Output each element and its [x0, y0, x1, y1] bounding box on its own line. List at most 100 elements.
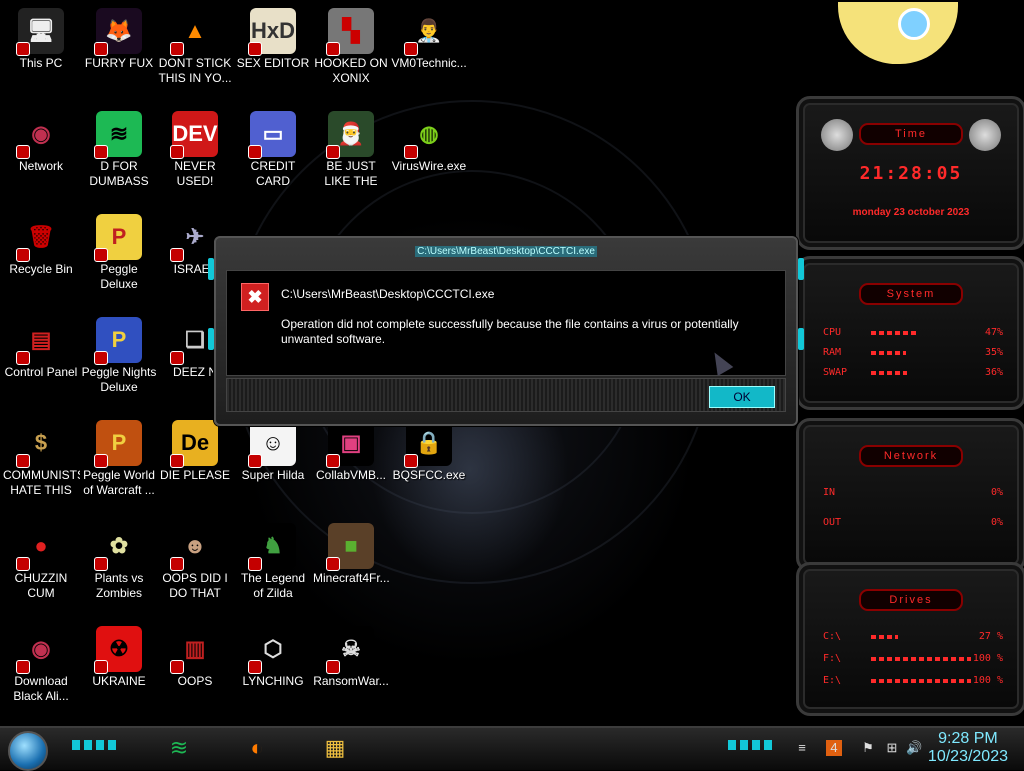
desktop-icon-bqsfcc-exe[interactable]: 🔒 BQSFCC.exe: [390, 416, 468, 516]
recycle-bin-icon: 🗑: [16, 214, 64, 262]
shortcut-badge-icon: [170, 145, 184, 159]
oops-icon: ▥: [170, 626, 218, 674]
desktop-icon-credit-card-checker[interactable]: ▭CREDIT CARD CHECKER: [234, 107, 312, 207]
dialog-titlebar[interactable]: C:\Users\MrBeast\Desktop\CCCTCI.exe: [216, 246, 796, 257]
desktop-icon-this-pc[interactable]: 🖥 This PC: [2, 4, 80, 104]
desktop-icon-viruswire-exe[interactable]: ◍ VirusWire.exe: [390, 107, 468, 207]
hooked-on-xonix-icon: ▚: [326, 8, 374, 56]
shortcut-badge-icon: [248, 557, 262, 571]
desktop-icon-never-used[interactable]: DEV NEVER USED!: [156, 107, 234, 207]
shortcut-badge-icon: [326, 660, 340, 674]
shortcut-badge-icon: [170, 351, 184, 365]
die-please-icon: De: [170, 420, 218, 468]
taskbar-firefox-icon[interactable]: ◐: [242, 733, 272, 763]
error-dialog: C:\Users\MrBeast\Desktop\CCCTCI.exe ✖ C:…: [208, 236, 804, 426]
desktop-icon-peggle-deluxe[interactable]: P Peggle Deluxe: [80, 210, 158, 310]
desktop-icon-label: The Legend of Zilda: [240, 571, 306, 600]
desktop-icon-plants-vs-zombies[interactable]: ✿ Plants vs Zombies: [80, 519, 158, 619]
network-icon: ◉: [16, 111, 64, 159]
shortcut-badge-icon: [248, 660, 262, 674]
desktop-icon-label: SEX EDITOR: [236, 56, 310, 70]
desktop-icon-peggle-nights-deluxe[interactable]: P Peggle Nights Deluxe: [80, 313, 158, 413]
system-row: CPU 47%: [823, 327, 1003, 338]
shortcut-badge-icon: [94, 660, 108, 674]
desktop-icon-minecraft4fr[interactable]: ■ Minecraft4Fr...: [312, 519, 390, 619]
shortcut-badge-icon: [248, 454, 262, 468]
d-for-dumbass-icon: ≋: [94, 111, 142, 159]
shortcut-badge-icon: [16, 454, 30, 468]
dialog-footer: OK: [226, 378, 786, 412]
desktop-icon-network[interactable]: ◉ Network: [2, 107, 80, 207]
shortcut-badge-icon: [248, 145, 262, 159]
desktop-icon-furry-fux[interactable]: 🦊 FURRY FUX: [80, 4, 158, 104]
desktop: 🖥 This PC 🦊 FURRY FUX ▲ DONT STICK THIS IN YO…: [0, 0, 1024, 726]
shortcut-badge-icon: [94, 42, 108, 56]
system-row-value: 36%: [984, 367, 1003, 378]
shortcut-badge-icon: [326, 145, 340, 159]
shortcut-badge-icon: [16, 351, 30, 365]
never-used-icon: DEV: [170, 111, 218, 159]
desktop-icon-collabvmb[interactable]: ▣ CollabVMB...: [312, 416, 390, 516]
desktop-icon-vm0technic[interactable]: 👨‍⚕ VM0Technic...: [390, 4, 468, 104]
dialog-body: ✖ C:\Users\MrBeast\Desktop\CCCTCI.exe Op…: [226, 270, 786, 377]
desktop-icon-label: Peggle Nights Deluxe: [81, 365, 157, 394]
desktop-icon-super-hilda[interactable]: ☺ Super Hilda: [234, 416, 312, 516]
lynching-icon: ⬡: [248, 626, 296, 674]
shortcut-badge-icon: [94, 557, 108, 571]
desktop-icon-the-legend-of-zilda[interactable]: ♞ The Legend of Zilda: [234, 519, 312, 619]
credit-card-checker-icon: ▭: [248, 111, 296, 159]
peggle-nights-deluxe-icon: P: [94, 317, 142, 365]
desktop-icon-label: Peggle World of Warcraft ...: [83, 468, 155, 497]
system-usage-bar: [871, 331, 918, 335]
taskbar-spotify-icon[interactable]: ≋: [164, 733, 194, 763]
taskbar-decoration: [72, 740, 116, 750]
desktop-icon-die-please[interactable]: De DIE PLEASE: [156, 416, 234, 516]
desktop-icon-communists-hate-this-g[interactable]: $COMMUNISTS HATE THIS G...: [2, 416, 80, 516]
desktop-icon-ukraine[interactable]: ☢ UKRAINE: [80, 622, 158, 722]
desktop-icon-peggle-world-of-warcraft[interactable]: P Peggle World of Warcraft ...: [80, 416, 158, 516]
show-desktop-icon[interactable]: ≡: [794, 740, 810, 756]
desktop-icon-label: Super Hilda: [241, 468, 305, 482]
tray-clock[interactable]: 9:28 PM 10/23/2023: [928, 730, 1008, 766]
ok-button[interactable]: OK: [709, 386, 775, 408]
desktop-icon-label: DIE PLEASE: [159, 468, 231, 482]
minecraft4fr-icon: ■: [326, 523, 374, 571]
network-widget: Network IN 0% OUT 0%: [796, 418, 1024, 572]
desktop-icon-control-panel[interactable]: ▤ Control Panel: [2, 313, 80, 413]
desktop-icon-chuzzin-cum[interactable]: ● CHUZZIN CUM: [2, 519, 80, 619]
desktop-icon-lynching[interactable]: ⬡ LYNCHING: [234, 622, 312, 722]
desktop-icon-d-for-dumbass[interactable]: ≋ D FOR DUMBASS: [80, 107, 158, 207]
shortcut-badge-icon: [16, 557, 30, 571]
network-tray-icon[interactable]: ⊞: [884, 740, 900, 756]
desktop-icon-label: Plants vs Zombies: [94, 571, 144, 600]
shortcut-badge-icon: [94, 351, 108, 365]
the-legend-of-zilda-icon: ♞: [248, 523, 296, 571]
widget-title: Drives: [859, 589, 963, 611]
shortcut-badge-icon: [326, 454, 340, 468]
start-button[interactable]: [8, 731, 48, 771]
desktop-icon-oops[interactable]: ▥ OOPS: [156, 622, 234, 722]
desktop-icon-be-just-like-the-dude[interactable]: 🎅BE JUST LIKE THE DUDE!: [312, 107, 390, 207]
widget-title: System: [859, 283, 963, 305]
desktop-icon-download-black-ali[interactable]: ◉ Download Black Ali...: [2, 622, 80, 722]
taskbar-file-explorer-icon[interactable]: ▦: [320, 733, 350, 763]
desktop-icon-recycle-bin[interactable]: 🗑 Recycle Bin: [2, 210, 80, 310]
desktop-icon-dont-stick-this-in-yo[interactable]: ▲ DONT STICK THIS IN YO...: [156, 4, 234, 104]
ukraine-icon: ☢: [94, 626, 142, 674]
volume-icon[interactable]: 🔊: [906, 740, 922, 756]
desktop-icon-sex-editor[interactable]: HxD SEX EDITOR: [234, 4, 312, 104]
peggle-deluxe-icon: P: [94, 214, 142, 262]
furry-fux-icon: 🦊: [94, 8, 142, 56]
desktop-icon-oops-did-i-do-that[interactable]: ☻ OOPS DID I DO THAT: [156, 519, 234, 619]
desktop-icon-hooked-on-xonix[interactable]: ▚ HOOKED ON XONIX: [312, 4, 390, 104]
shortcut-badge-icon: [16, 248, 30, 262]
dialog-message: Operation did not complete successfully …: [281, 317, 739, 346]
security-flag-icon[interactable]: ⚑: [860, 740, 876, 756]
this-pc-icon: 🖥: [16, 8, 64, 56]
app-tray-icon[interactable]: 4: [826, 740, 842, 756]
plants-vs-zombies-icon: ✿: [94, 523, 142, 571]
desktop-icon-ransomwar[interactable]: ☠ RansomWar...: [312, 622, 390, 722]
anime-sticker: [836, 0, 960, 66]
alien-icon: [821, 119, 853, 151]
system-row: SWAP 36%: [823, 367, 1003, 378]
